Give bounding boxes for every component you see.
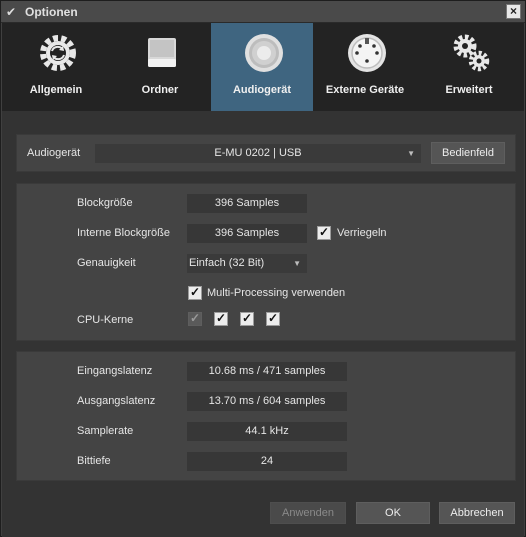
chevron-down-icon: ▼ (407, 149, 415, 158)
ok-button[interactable]: OK (356, 502, 430, 524)
speaker-icon (245, 34, 283, 72)
latency-info-panel: Eingangslatenz 10.68 ms / 471 samples Au… (16, 351, 516, 481)
tab-externe-geraete[interactable]: Externe Geräte (314, 23, 416, 111)
cpu-cores-label: CPU-Kerne (77, 314, 134, 326)
sample-rate-label: Samplerate (77, 425, 134, 437)
cpu-core-checkbox-2[interactable]: ✓ (214, 311, 228, 326)
tab-label: Ordner (141, 84, 179, 96)
tab-label: Allgemein (29, 84, 83, 96)
precision-value: Einfach (32 Bit) (189, 257, 265, 269)
output-latency-value: 13.70 ms / 604 samples (187, 392, 347, 411)
cpu-core-checkbox-3[interactable]: ✓ (240, 311, 254, 326)
cpu-core-checkbox-4[interactable]: ✓ (266, 311, 280, 326)
app-icon: ✔ (6, 5, 17, 19)
close-button[interactable]: × (506, 4, 521, 19)
audio-device-value: E-MU 0202 | USB (214, 147, 302, 159)
checkmark-icon: ✓ (319, 225, 330, 239)
gear-refresh-icon (40, 35, 76, 71)
block-size-field[interactable]: 396 Samples (187, 194, 307, 213)
block-size-label: Blockgröße (77, 197, 133, 209)
window-title: Optionen (25, 5, 78, 19)
options-dialog: ✔ Optionen × Allgemein Ordner Audiogerät… (0, 0, 526, 537)
tab-erweitert[interactable]: Erweitert (418, 23, 520, 111)
lock-checkbox[interactable]: ✓ (317, 225, 331, 240)
dialog-footer: Anwenden OK Abbrechen (2, 491, 524, 537)
multiprocessing-checkbox[interactable]: ✓ (188, 285, 202, 300)
multiprocessing-label: Multi-Processing verwenden (207, 287, 346, 299)
gears-icon (453, 34, 490, 72)
buffer-panel: Blockgröße 396 Samples Interne Blockgröß… (16, 183, 516, 341)
cancel-button[interactable]: Abbrechen (439, 502, 515, 524)
internal-block-size-field[interactable]: 396 Samples (187, 224, 307, 243)
sample-rate-value: 44.1 kHz (187, 422, 347, 441)
checkmark-icon: ✓ (268, 311, 279, 325)
bit-depth-value: 24 (187, 452, 347, 471)
content-area: Audiogerät E-MU 0202 | USB ▼ Bedienfeld … (2, 111, 524, 537)
tab-allgemein[interactable]: Allgemein (5, 23, 107, 111)
lock-label: Verriegeln (337, 227, 387, 239)
internal-block-size-label: Interne Blockgröße (77, 227, 170, 239)
tab-ordner[interactable]: Ordner (109, 23, 211, 111)
output-latency-label: Ausgangslatenz (77, 395, 156, 407)
control-panel-button[interactable]: Bedienfeld (431, 142, 505, 164)
tab-label: Externe Geräte (325, 84, 405, 96)
input-latency-value: 10.68 ms / 471 samples (187, 362, 347, 381)
device-panel: Audiogerät E-MU 0202 | USB ▼ Bedienfeld (16, 134, 516, 172)
input-latency-label: Eingangslatenz (77, 365, 153, 377)
audio-device-select[interactable]: E-MU 0202 | USB ▼ (95, 144, 421, 163)
checkmark-icon: ✓ (190, 285, 201, 299)
checkmark-icon: ✓ (190, 311, 201, 325)
bit-depth-label: Bittiefe (77, 455, 111, 467)
chevron-down-icon: ▼ (293, 259, 301, 268)
tab-bar: Allgemein Ordner Audiogerät Externe Gerä… (2, 23, 524, 111)
tab-label: Audiogerät (232, 84, 292, 96)
drive-icon (148, 38, 176, 67)
precision-label: Genauigkeit (77, 257, 136, 269)
cpu-core-checkbox-1: ✓ (188, 311, 202, 326)
checkmark-icon: ✓ (216, 311, 227, 325)
precision-select[interactable]: Einfach (32 Bit) ▼ (187, 254, 307, 273)
device-label: Audiogerät (27, 147, 81, 159)
title-bar[interactable]: ✔ Optionen × (1, 1, 525, 23)
midi-port-icon (348, 34, 386, 72)
checkmark-icon: ✓ (242, 311, 253, 325)
apply-button[interactable]: Anwenden (270, 502, 346, 524)
tab-label: Erweitert (445, 84, 493, 96)
tab-audiogeraet[interactable]: Audiogerät (211, 23, 313, 111)
